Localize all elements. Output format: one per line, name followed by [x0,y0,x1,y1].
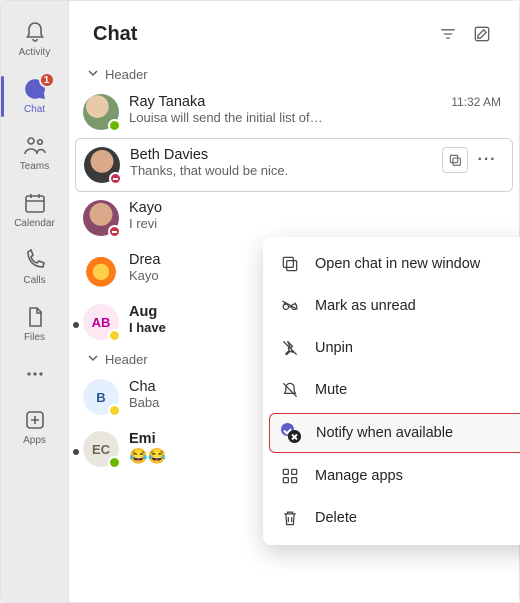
rail-label: Chat [24,104,45,115]
bell-icon [22,19,48,45]
menu-label: Mute [315,382,347,398]
phone-icon [22,247,48,273]
menu-unpin[interactable]: Unpin [263,327,520,369]
chat-name: Kayo [129,200,162,216]
chat-preview: Louisa will send the initial list of… [129,110,501,125]
rail-calls[interactable]: Calls [7,241,63,294]
chat-name: Aug [129,304,157,320]
unread-indicator-icon [73,322,79,328]
menu-label: Notify when available [316,425,453,441]
avatar: B [83,379,119,415]
presence-away-icon [108,404,121,417]
compose-icon [472,24,492,44]
menu-label: Mark as unread [315,298,416,314]
ellipsis-icon [22,361,48,387]
menu-notify-available[interactable]: Notify when available [269,413,520,453]
chevron-down-icon [87,352,101,367]
mute-icon [279,379,301,401]
chat-name: Ray Tanaka [129,94,205,110]
avatar-initials: EC [92,442,110,457]
menu-manage-apps[interactable]: Manage apps [263,455,520,497]
presence-available-icon [108,119,121,132]
avatar [83,94,119,130]
chevron-down-icon [87,67,101,82]
chat-row-selected[interactable]: Beth Davies Thanks, that would be nice. … [75,138,513,192]
menu-delete[interactable]: Delete [263,497,520,539]
chat-time: 11:32 AM [451,95,501,109]
rail-label: Apps [23,435,46,446]
notify-available-icon [280,422,302,444]
chat-name: Drea [129,252,160,268]
presence-away-icon [108,329,121,342]
rail-files[interactable]: Files [7,298,63,351]
avatar [83,200,119,236]
rail-label: Files [24,332,45,343]
rail-label: Calls [23,275,45,286]
avatar: AB [83,304,119,340]
unread-indicator-icon [73,449,79,455]
rail-chat[interactable]: 1 Chat [7,70,63,123]
menu-label: Manage apps [315,468,403,484]
file-icon [22,304,48,330]
calendar-icon [22,190,48,216]
menu-label: Unpin [315,340,353,356]
chat-preview: I revi [129,216,501,231]
filter-button[interactable] [433,19,463,49]
avatar: EC [83,431,119,467]
filter-icon [438,24,458,44]
apps-grid-icon [279,465,301,487]
rail-activity[interactable]: Activity [7,13,63,66]
chat-name: Cha [129,379,156,395]
chat-context-menu: Open chat in new window Mark as unread U… [263,237,520,545]
menu-label: Delete [315,510,357,526]
menu-label: Open chat in new window [315,256,480,272]
menu-mute[interactable]: Mute [263,369,520,411]
chat-name: Emi [129,431,156,447]
popout-icon [279,253,301,275]
rail-label: Activity [19,47,51,58]
trash-icon [279,507,301,529]
unpin-icon [279,337,301,359]
more-button[interactable]: ··· [474,147,500,173]
chat-header: Chat [69,1,519,63]
avatar [83,252,119,288]
section-label: Header [105,352,148,367]
presence-busy-icon [109,172,122,185]
rail-more[interactable] [7,355,63,397]
chat-badge: 1 [39,72,55,88]
avatar [84,147,120,183]
glasses-icon [279,295,301,317]
avatar-initials: AB [92,315,111,330]
chat-pane: Chat Header Ray Tanaka 11:32 AM L [69,1,519,602]
teams-icon [22,133,48,159]
ellipsis-icon: ··· [478,151,497,169]
popout-button[interactable] [442,147,468,173]
rail-calendar[interactable]: Calendar [7,184,63,237]
popout-icon [447,152,463,168]
chat-row[interactable]: Ray Tanaka 11:32 AM Louisa will send the… [69,86,519,138]
avatar-initials: B [96,390,105,405]
chat-preview: Thanks, that would be nice. [130,163,434,178]
rail-label: Calendar [14,218,55,229]
presence-busy-icon [108,225,121,238]
app-rail: Activity 1 Chat Teams Calendar Calls Fil… [1,1,69,602]
presence-available-icon [108,456,121,469]
rail-label: Teams [20,161,49,172]
section-label: Header [105,67,148,82]
section-header[interactable]: Header [69,63,519,86]
menu-mark-unread[interactable]: Mark as unread [263,285,520,327]
menu-open-new-window[interactable]: Open chat in new window [263,243,520,285]
rail-teams[interactable]: Teams [7,127,63,180]
new-chat-button[interactable] [467,19,497,49]
apps-icon [22,407,48,433]
chat-name: Beth Davies [130,147,208,163]
page-title: Chat [93,23,429,46]
rail-apps[interactable]: Apps [7,401,63,454]
